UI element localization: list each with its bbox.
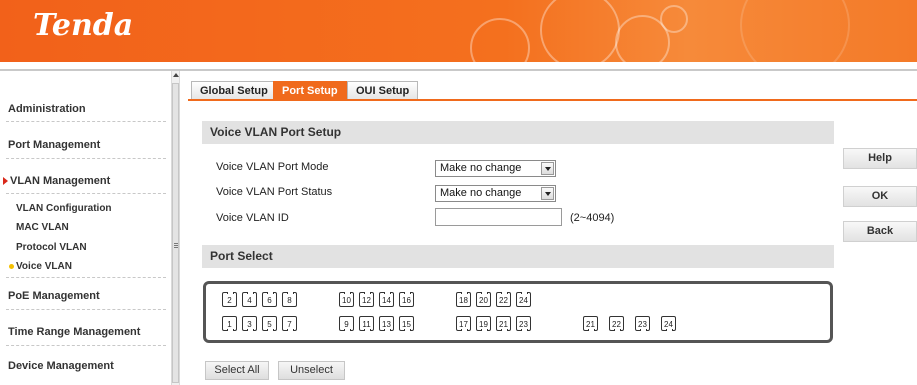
active-arrow-icon [3, 177, 8, 185]
port-icon[interactable]: 8 [282, 292, 297, 307]
sidebar-item-device-management[interactable]: Device Management [8, 360, 114, 372]
section-title-port-select: Port Select [202, 245, 834, 268]
tenda-logo: Tenda [33, 8, 134, 43]
sidebar-divider [6, 158, 166, 159]
port-icon[interactable]: 24 [516, 292, 531, 307]
sidebar-item-time-range-management[interactable]: Time Range Management [8, 326, 140, 338]
port-icon[interactable]: 3 [242, 316, 257, 331]
sidebar-item-port-management[interactable]: Port Management [8, 139, 100, 151]
sidebar-divider [6, 121, 166, 122]
port-mode-value: Make no change [440, 162, 522, 174]
sidebar-divider [6, 345, 166, 346]
sidebar-item-vlan-management[interactable]: VLAN Management [10, 175, 110, 187]
sidebar-item-poe-management[interactable]: PoE Management [8, 290, 100, 302]
sidebar-subitem-voice-vlan[interactable]: Voice VLAN [16, 261, 72, 272]
sidebar-subitem-mac-vlan[interactable]: MAC VLAN [16, 222, 69, 233]
port-status-label: Voice VLAN Port Status [216, 186, 333, 198]
port-icon[interactable]: 1 [222, 316, 237, 331]
port-mode-select[interactable]: Make no change [435, 160, 556, 177]
port-icon[interactable]: 5 [262, 316, 277, 331]
port-status-value: Make no change [440, 187, 522, 199]
tab-oui-setup[interactable]: OUI Setup [347, 81, 419, 100]
port-icon[interactable]: 13 [379, 316, 394, 331]
tab-port-setup[interactable]: Port Setup [273, 81, 347, 100]
scroll-up-icon[interactable] [173, 73, 179, 77]
decorative-circle [740, 0, 850, 62]
port-icon[interactable]: 4 [242, 292, 257, 307]
port-panel [203, 281, 833, 343]
port-icon[interactable]: 19 [476, 316, 491, 331]
decorative-circle [660, 5, 688, 33]
port-icon[interactable]: 21 [496, 316, 511, 331]
port-icon[interactable]: 7 [282, 316, 297, 331]
tab-underline [188, 99, 917, 101]
select-all-button[interactable]: Select All [205, 361, 269, 380]
tab-global-setup[interactable]: Global Setup [191, 81, 277, 100]
section-title-port-setup: Voice VLAN Port Setup [202, 121, 834, 144]
sidebar-divider [6, 193, 166, 194]
port-icon[interactable]: 12 [359, 292, 374, 307]
active-dot-icon [9, 264, 14, 269]
port-icon[interactable]: 20 [476, 292, 491, 307]
scrollbar-thumb[interactable] [172, 83, 179, 383]
port-icon[interactable]: 22 [496, 292, 511, 307]
port-icon[interactable]: 15 [399, 316, 414, 331]
vlan-id-input[interactable] [435, 208, 562, 226]
port-icon[interactable]: 23 [516, 316, 531, 331]
port-mode-label: Voice VLAN Port Mode [216, 161, 329, 173]
sidebar: Administration Port Management VLAN Mana… [0, 71, 170, 385]
sidebar-divider [6, 309, 166, 310]
port-icon[interactable]: 16 [399, 292, 414, 307]
sidebar-scrollbar[interactable] [171, 71, 180, 385]
port-icon[interactable]: 22 [609, 316, 624, 331]
sidebar-item-administration[interactable]: Administration [8, 103, 86, 115]
port-icon[interactable]: 6 [262, 292, 277, 307]
decorative-circle [470, 18, 530, 62]
vlan-id-range-hint: (2~4094) [570, 212, 615, 224]
port-icon[interactable]: 11 [359, 316, 374, 331]
ok-button[interactable]: OK [843, 186, 917, 207]
sidebar-subitem-protocol-vlan[interactable]: Protocol VLAN [16, 242, 87, 253]
back-button[interactable]: Back [843, 221, 917, 242]
port-icon[interactable]: 14 [379, 292, 394, 307]
header-spacer [0, 62, 917, 69]
header-banner: Tenda [0, 0, 917, 62]
port-icon[interactable]: 23 [635, 316, 650, 331]
grip-icon [174, 243, 178, 248]
port-icon[interactable]: 2 [222, 292, 237, 307]
chevron-down-icon[interactable] [541, 187, 554, 200]
vlan-id-label: Voice VLAN ID [216, 212, 289, 224]
port-icon[interactable]: 9 [339, 316, 354, 331]
decorative-circle [540, 0, 620, 62]
port-status-select[interactable]: Make no change [435, 185, 556, 202]
port-icon[interactable]: 24 [661, 316, 676, 331]
port-icon[interactable]: 21 [583, 316, 598, 331]
port-icon[interactable]: 17 [456, 316, 471, 331]
sidebar-subitem-vlan-configuration[interactable]: VLAN Configuration [16, 203, 112, 214]
sidebar-divider [6, 277, 166, 278]
chevron-down-icon[interactable] [541, 162, 554, 175]
port-icon[interactable]: 18 [456, 292, 471, 307]
help-button[interactable]: Help [843, 148, 917, 169]
port-icon[interactable]: 10 [339, 292, 354, 307]
unselect-button[interactable]: Unselect [278, 361, 345, 380]
